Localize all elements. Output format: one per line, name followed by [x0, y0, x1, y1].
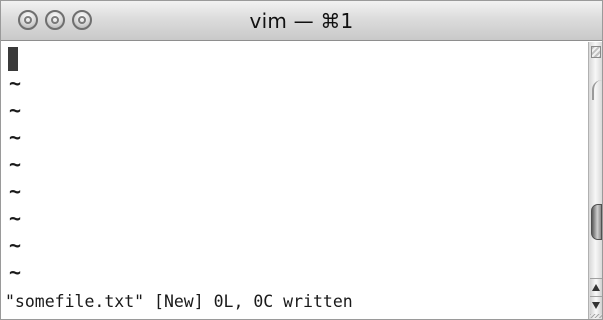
terminal-window: vim — ⌘1 ~ ~ ~ ~ ~ ~ ~ ~ "somefile.txt" …	[0, 0, 603, 320]
empty-line-marker: ~	[9, 260, 22, 284]
text-cursor	[8, 47, 18, 71]
chevron-down-icon[interactable]	[590, 296, 602, 314]
title-bar[interactable]: vim — ⌘1	[1, 1, 602, 41]
empty-line-marker: ~	[9, 179, 22, 203]
window-title: vim — ⌘1	[249, 9, 354, 33]
vim-editor-area[interactable]: ~ ~ ~ ~ ~ ~ ~ ~ "somefile.txt" [New] 0L,…	[1, 42, 588, 319]
scroll-track-cap	[592, 80, 602, 100]
scroll-thumb[interactable]	[591, 204, 602, 240]
empty-line-marker: ~	[9, 206, 22, 230]
status-message: "somefile.txt" [New] 0L, 0C written	[5, 292, 353, 311]
empty-line-marker: ~	[9, 125, 22, 149]
empty-line-marker: ~	[9, 71, 22, 95]
resize-grip-icon[interactable]	[590, 314, 602, 318]
empty-line-marker: ~	[9, 98, 22, 122]
empty-line-marker: ~	[9, 152, 22, 176]
chevron-up-icon[interactable]	[590, 278, 602, 296]
split-view-icon[interactable]	[591, 46, 601, 58]
empty-line-marker: ~	[9, 233, 22, 257]
vertical-scrollbar[interactable]	[588, 42, 602, 319]
